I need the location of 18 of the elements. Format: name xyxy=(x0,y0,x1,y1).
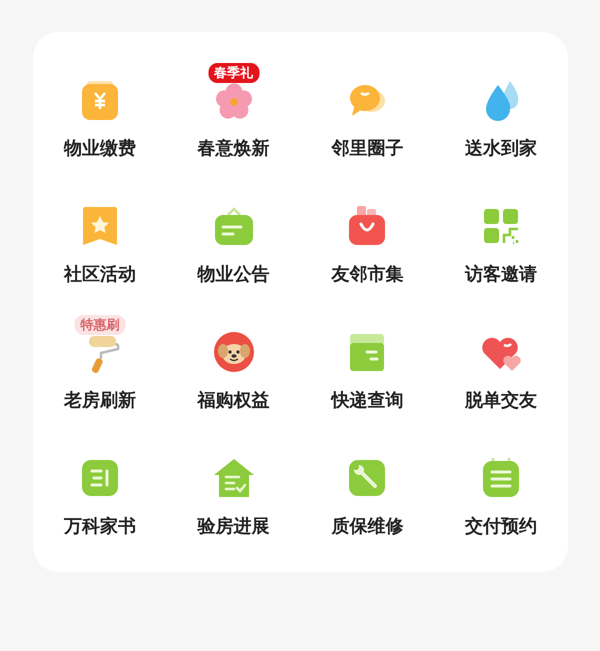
service-link[interactable]: 友邻市集 xyxy=(331,262,404,286)
service-link[interactable]: 验房进展 xyxy=(198,514,270,538)
service-link[interactable]: 物业公告 xyxy=(198,262,270,286)
promo-badge: 特惠刷 xyxy=(74,315,126,335)
service-link[interactable]: 福购权益 xyxy=(198,388,270,412)
service-link[interactable]: 邻里圈子 xyxy=(331,136,404,160)
service-link[interactable]: 交付预约 xyxy=(465,514,538,538)
service-link[interactable]: 春意焕新 xyxy=(198,136,270,160)
service-link[interactable]: 快递查询 xyxy=(331,388,404,412)
service-link[interactable]: 万科家书 xyxy=(64,514,136,538)
promo-badge: 春季礼 xyxy=(208,63,260,83)
service-link[interactable]: 物业缴费 xyxy=(64,136,136,160)
service-link[interactable]: 质保维修 xyxy=(331,514,404,538)
service-link[interactable]: 送水到家 xyxy=(465,136,538,160)
service-link[interactable]: 社区活动 xyxy=(64,262,136,286)
service-link[interactable]: 访客邀请 xyxy=(465,262,538,286)
service-link[interactable]: 老房刷新 xyxy=(64,388,136,412)
service-link[interactable]: 脱单交友 xyxy=(465,388,538,412)
